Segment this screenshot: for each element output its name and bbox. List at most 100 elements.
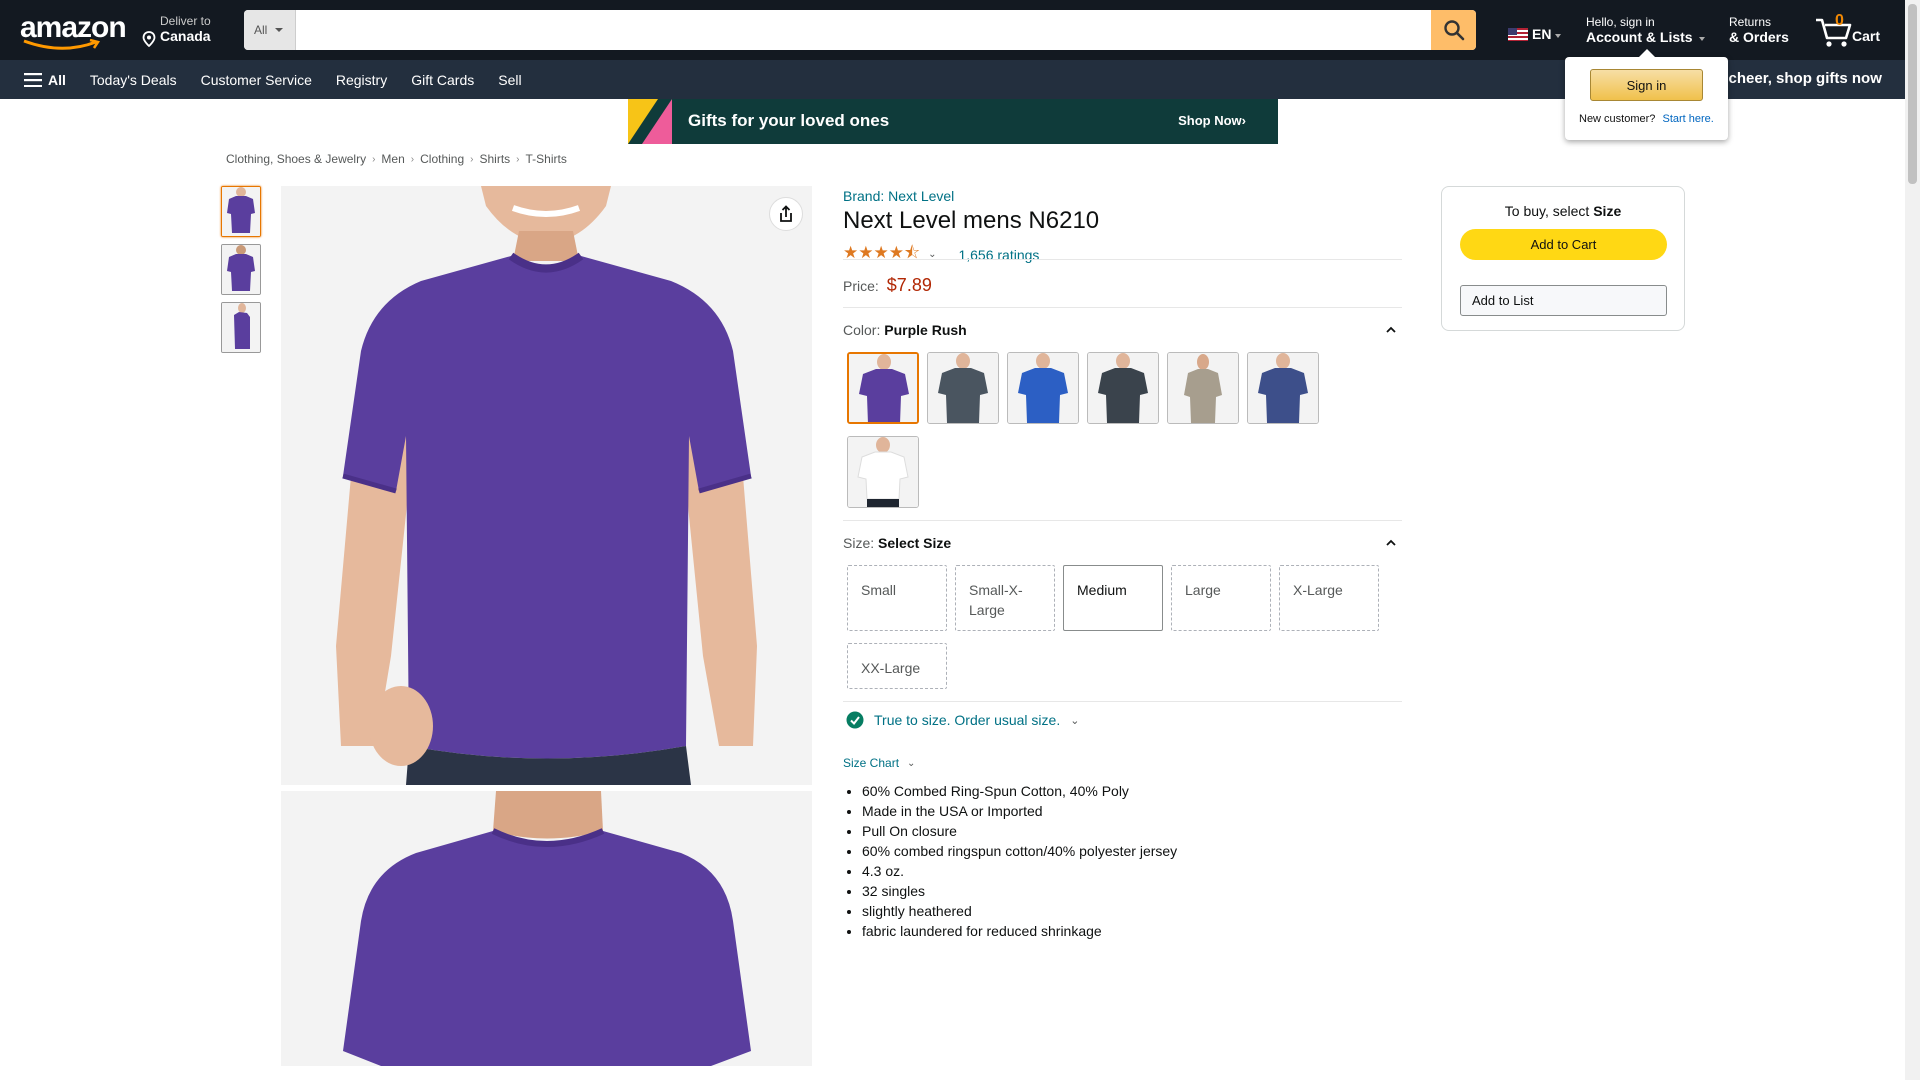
secondary-product-image[interactable]: [281, 791, 812, 1066]
size-chart-label: Size Chart: [843, 756, 900, 770]
account-lists-label-row: Account & Lists: [1586, 29, 1705, 45]
search-button[interactable]: [1431, 10, 1476, 50]
breadcrumb-separator-icon: ›: [470, 153, 474, 165]
fit-recommendation[interactable]: True to size. Order usual size. ⌄: [846, 711, 1079, 729]
deliver-label: Deliver to: [160, 14, 211, 28]
returns-orders-link[interactable]: Returns & Orders: [1729, 15, 1789, 45]
product-thumbnail-2[interactable]: [221, 244, 261, 295]
size-option-x-large[interactable]: X-Large: [1279, 565, 1379, 631]
ratings-count-link[interactable]: 1,656 ratings: [958, 247, 1039, 263]
breadcrumb-separator-icon: ›: [372, 153, 376, 165]
banner-shop-now[interactable]: Shop Now›: [1178, 113, 1246, 128]
chevron-up-icon[interactable]: [1386, 325, 1396, 335]
feature-bullet: 4.3 oz.: [862, 861, 1177, 881]
feature-bullet: 32 singles: [862, 881, 1177, 901]
chevron-up-icon[interactable]: [1386, 538, 1396, 548]
deliver-to[interactable]: Deliver to Canada: [142, 14, 211, 47]
all-menu-button[interactable]: All: [0, 72, 78, 88]
price-row: Price: $7.89: [843, 275, 932, 296]
subnav-todays-deals[interactable]: Today's Deals: [78, 72, 189, 88]
amazon-logo[interactable]: amazon: [20, 13, 127, 43]
color-swatch-royal-blue[interactable]: [1007, 352, 1079, 424]
share-button[interactable]: [769, 197, 803, 231]
size-label-row: Size: Select Size: [843, 535, 951, 551]
breadcrumb-item[interactable]: Clothing, Shoes & Jewelry: [226, 152, 366, 166]
account-lists-menu[interactable]: Hello, sign in Account & Lists: [1586, 15, 1705, 45]
add-to-cart-button[interactable]: Add to Cart: [1460, 229, 1667, 260]
add-to-list-button[interactable]: Add to List: [1460, 285, 1667, 316]
size-option-small-x-large[interactable]: Small-X-Large: [955, 565, 1055, 631]
color-selected-value: Purple Rush: [884, 322, 967, 338]
color-swatch-charcoal[interactable]: [927, 352, 999, 424]
product-thumbnail-3[interactable]: [221, 302, 261, 353]
subnav-gift-cards[interactable]: Gift Cards: [399, 72, 486, 88]
holiday-promo-link[interactable]: e cheer, shop gifts now: [1716, 70, 1882, 87]
price-value: $7.89: [886, 275, 932, 295]
chevron-down-icon: [1698, 37, 1705, 41]
breadcrumb-item[interactable]: Clothing: [420, 152, 464, 166]
buy-box: To buy, select Size Add to Cart Add to L…: [1441, 186, 1685, 331]
main-product-image[interactable]: [281, 186, 812, 785]
swatch-shirt-white-image: [848, 437, 918, 507]
subnav-registry[interactable]: Registry: [324, 72, 399, 88]
fit-text: True to size. Order usual size.: [874, 712, 1061, 728]
cart-link[interactable]: 0 Cart: [1814, 10, 1894, 50]
new-customer-text: New customer? Start here.: [1579, 113, 1714, 125]
color-swatch-white[interactable]: [847, 436, 919, 508]
divider: [843, 307, 1402, 308]
divider: [843, 701, 1402, 702]
feature-bullet: fabric laundered for reduced shrinkage: [862, 921, 1177, 941]
top-nav: amazon Deliver to Canada All EN Hello, s…: [0, 0, 1905, 60]
page-scrollbar[interactable]: [1905, 0, 1920, 1080]
chevron-down-icon: ⌄: [1070, 714, 1080, 727]
chevron-down-icon: ⌄: [907, 757, 916, 769]
size-chart-link[interactable]: Size Chart ⌄: [843, 756, 915, 770]
tshirt-back-image: [222, 245, 260, 294]
product-thumbnail-1[interactable]: [221, 186, 261, 237]
model-front-tshirt-image: [281, 186, 812, 785]
size-label: Size:: [843, 535, 875, 551]
size-option-xx-large[interactable]: XX-Large: [847, 643, 947, 689]
rating-row: ★★★★⯪ ⌄ 1,656 ratings: [843, 240, 1039, 269]
swatch-shirt-royal-image: [1008, 353, 1078, 423]
color-swatch-heather-grey[interactable]: [1167, 352, 1239, 424]
subnav-sell[interactable]: Sell: [486, 72, 533, 88]
breadcrumb-item[interactable]: Men: [381, 152, 404, 166]
color-swatch-purple-rush[interactable]: [847, 352, 919, 424]
color-swatch-indigo[interactable]: [1247, 352, 1319, 424]
divider: [843, 520, 1402, 521]
breadcrumb-separator-icon: ›: [410, 153, 415, 165]
breadcrumb-item[interactable]: Shirts: [479, 152, 510, 166]
breadcrumb: Clothing, Shoes & Jewelry › Men › Clothi…: [226, 152, 567, 166]
language-selector[interactable]: EN: [1508, 26, 1562, 42]
gifts-banner[interactable]: Gifts for your loved ones Shop Now›: [628, 99, 1278, 144]
scrollbar-thumb[interactable]: [1908, 4, 1917, 184]
cart-icon: [1816, 18, 1852, 47]
tshirt-side-image: [222, 303, 260, 352]
divider: [843, 259, 1402, 260]
sign-in-button[interactable]: Sign in: [1590, 69, 1703, 101]
color-swatch-dark-grey[interactable]: [1087, 352, 1159, 424]
size-option-large[interactable]: Large: [1171, 565, 1271, 631]
account-greeting: Hello, sign in: [1586, 15, 1655, 29]
search-bar: All: [244, 10, 1476, 50]
search-category-dropdown[interactable]: All: [244, 10, 296, 50]
orders-label: & Orders: [1729, 29, 1789, 45]
all-menu-label: All: [48, 71, 66, 88]
size-option-medium[interactable]: Medium: [1063, 565, 1163, 631]
swatch-shirt-indigo-image: [1248, 353, 1318, 423]
brand-link[interactable]: Brand: Next Level: [843, 188, 954, 204]
swatch-shirt-purple-image: [849, 354, 917, 422]
search-input[interactable]: [296, 10, 1431, 50]
size-option-small[interactable]: Small: [847, 565, 947, 631]
start-here-link[interactable]: Start here.: [1662, 113, 1713, 125]
swatch-shirt-heather-image: [1168, 353, 1238, 423]
breadcrumb-item[interactable]: T-Shirts: [526, 152, 567, 166]
signin-flyout: Sign in New customer? Start here.: [1565, 49, 1728, 140]
banner-text: Gifts for your loved ones: [688, 111, 890, 130]
star-rating-icon[interactable]: ★★★★⯪: [843, 240, 920, 269]
subnav-customer-service[interactable]: Customer Service: [189, 72, 324, 88]
deliver-location: Canada: [142, 28, 211, 47]
size-selected-value: Select Size: [878, 535, 952, 551]
buybox-title-prefix: To buy, select: [1504, 203, 1590, 219]
